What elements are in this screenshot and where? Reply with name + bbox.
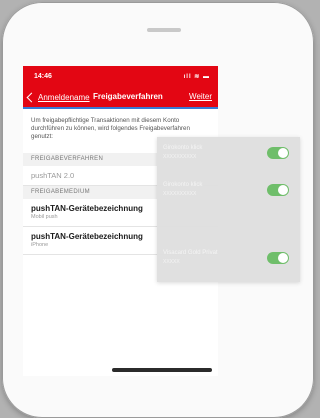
account-toggle[interactable]: [267, 147, 289, 159]
account-row: Girokonto klick XXXXXXXXXX: [163, 145, 295, 177]
accounts-overlay-panel: Girokonto klick XXXXXXXXXX Girokonto kli…: [157, 137, 300, 282]
toggle-knob: [278, 148, 288, 158]
account-row: Visacard Gold Privat XXXXX: [163, 250, 295, 282]
account-toggle[interactable]: [267, 184, 289, 196]
verfahren-value: pushTAN 2.0: [31, 171, 75, 180]
account-number: XXXXX: [163, 259, 180, 265]
account-name: Girokonto klick: [163, 145, 203, 151]
account-number: XXXXXXXXXX: [163, 154, 197, 160]
account-name: Visacard Gold Privat: [163, 250, 218, 256]
next-button[interactable]: Weiter: [189, 92, 212, 101]
home-indicator: [112, 368, 212, 372]
back-button-label: Anmeldename: [38, 93, 90, 102]
status-bar: 14:46 ıll ≋ ▬: [23, 66, 218, 88]
status-time: 14:46: [34, 73, 52, 80]
page-title: Freigabeverfahren: [93, 92, 163, 101]
back-button[interactable]: Anmeldename: [26, 91, 90, 104]
account-row: Girokonto klick XXXXXXXXXX: [163, 182, 295, 214]
account-name: Girokonto klick: [163, 182, 203, 188]
signal-wifi-battery-icon: ıll ≋ ▬: [183, 74, 210, 80]
account-number: XXXXXXXXXX: [163, 191, 197, 197]
chevron-left-icon: [26, 92, 37, 103]
account-toggle[interactable]: [267, 252, 289, 264]
phone-speaker: [147, 28, 181, 32]
navigation-bar: Anmeldename Freigabeverfahren Weiter: [23, 88, 218, 109]
toggle-knob: [278, 185, 288, 195]
toggle-knob: [278, 253, 288, 263]
